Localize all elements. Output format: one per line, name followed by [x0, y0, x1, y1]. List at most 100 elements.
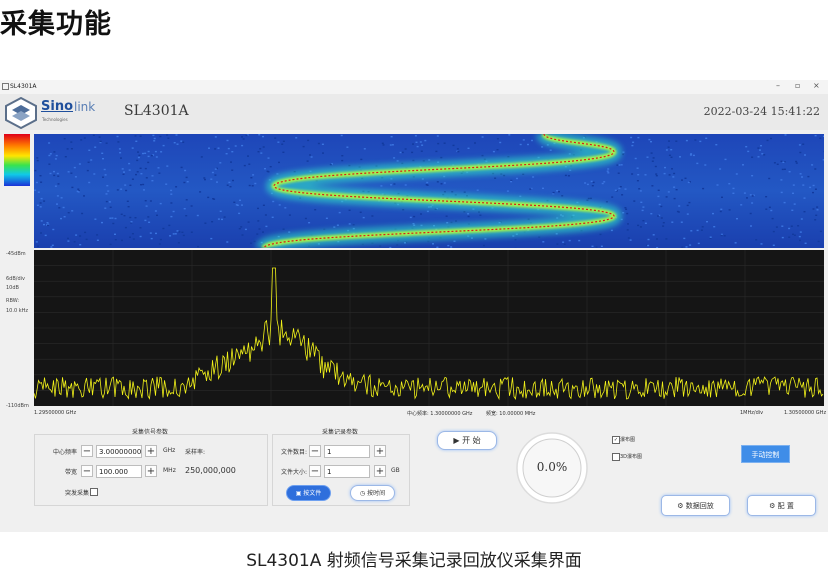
- waterfall-speckle: [238, 212, 241, 215]
- waterfall-speckle: [348, 209, 351, 211]
- waterfall-speckle: [814, 188, 817, 190]
- waterfall-speckle: [236, 204, 239, 206]
- waterfall-speckle: [780, 179, 783, 181]
- center-freq-increment-button[interactable]: +: [145, 445, 157, 457]
- waterfall-speckle: [49, 153, 52, 155]
- bandwidth-decrement-button[interactable]: −: [81, 465, 93, 477]
- waterfall-checkbox[interactable]: ✓: [612, 436, 620, 444]
- waterfall-speckle: [542, 187, 544, 189]
- waterfall-speckle: [94, 218, 97, 220]
- waterfall-speckle: [781, 225, 784, 227]
- waterfall-speckle: [214, 168, 217, 170]
- start-button[interactable]: ▶ 开 始: [437, 431, 497, 450]
- waterfall-3d-checkbox[interactable]: [612, 453, 620, 461]
- waterfall-speckle: [173, 142, 176, 144]
- waterfall-speckle: [435, 150, 438, 153]
- waterfall-speckle: [348, 164, 351, 167]
- file-size-decrement-button[interactable]: −: [309, 465, 321, 477]
- waterfall-speckle: [745, 146, 748, 148]
- colormap-legend: [4, 134, 30, 186]
- file-count-increment-button[interactable]: +: [374, 445, 386, 457]
- by-time-button[interactable]: ◷ 按时间: [350, 485, 395, 501]
- manual-control-button[interactable]: 手动控制: [741, 445, 790, 463]
- waterfall-speckle: [338, 211, 341, 214]
- waterfall-speckle: [755, 239, 758, 241]
- waterfall-speckle: [522, 139, 525, 141]
- waterfall-speckle: [125, 189, 128, 192]
- waterfall-speckle: [231, 169, 234, 171]
- waterfall-speckle: [626, 229, 629, 231]
- waterfall-speckle: [802, 184, 805, 186]
- waterfall-speckle: [637, 174, 640, 176]
- center-freq-decrement-button[interactable]: −: [81, 445, 93, 457]
- waterfall-speckle: [44, 234, 47, 237]
- waterfall-speckle: [92, 134, 95, 136]
- waterfall-speckle: [749, 212, 752, 215]
- waterfall-speckle: [763, 154, 766, 156]
- waterfall-3d-option-label: 3D瀑布图: [620, 454, 643, 460]
- bandwidth-increment-button[interactable]: +: [145, 465, 157, 477]
- waterfall-speckle: [610, 229, 613, 232]
- waterfall-speckle: [149, 232, 152, 234]
- minimize-icon[interactable]: –: [776, 81, 780, 90]
- waterfall-speckle: [420, 213, 422, 215]
- burst-capture-checkbox[interactable]: [90, 488, 98, 496]
- waterfall-speckle: [450, 221, 453, 224]
- waterfall-speckle: [627, 223, 629, 225]
- waterfall-speckle: [607, 172, 610, 174]
- waterfall-speckle: [159, 135, 162, 138]
- waterfall-speckle: [128, 169, 131, 171]
- by-time-label: 按时间: [367, 490, 386, 497]
- waterfall-speckle: [514, 239, 517, 241]
- waterfall-speckle: [144, 167, 147, 170]
- waterfall-speckle: [592, 181, 595, 184]
- waterfall-speckle: [633, 200, 636, 202]
- waterfall-speckle: [784, 134, 787, 136]
- close-icon[interactable]: ×: [813, 81, 820, 90]
- waterfall-speckle: [797, 225, 800, 227]
- waterfall-speckle: [734, 242, 737, 244]
- waterfall-speckle: [538, 236, 541, 238]
- waterfall-speckle: [48, 163, 51, 165]
- waterfall-speckle: [307, 139, 310, 142]
- waterfall-speckle: [689, 154, 692, 156]
- waterfall-speckle: [584, 182, 587, 184]
- file-size-input[interactable]: 1: [324, 465, 370, 478]
- data-playback-button[interactable]: ⚙ 数据回放: [661, 495, 730, 516]
- waterfall-speckle: [118, 148, 121, 150]
- waterfall-speckle: [790, 225, 793, 227]
- waterfall-speckle: [131, 147, 134, 149]
- waterfall-speckle: [467, 147, 470, 149]
- waterfall-speckle: [185, 199, 188, 201]
- waterfall-speckle: [746, 197, 748, 199]
- waterfall-speckle: [88, 181, 91, 184]
- waterfall-speckle: [359, 211, 362, 213]
- waterfall-speckle: [692, 154, 695, 157]
- waterfall-speckle: [662, 222, 665, 224]
- waterfall-speckle: [36, 204, 39, 206]
- waterfall-speckle: [37, 245, 39, 247]
- waterfall-speckle: [172, 210, 175, 213]
- waterfall-speckle: [129, 184, 132, 186]
- bandwidth-input[interactable]: 100.000: [96, 465, 142, 478]
- waterfall-speckle: [78, 163, 81, 165]
- waterfall-speckle: [162, 144, 165, 147]
- waterfall-speckle: [180, 140, 183, 142]
- maximize-icon[interactable]: ▫: [795, 81, 800, 90]
- waterfall-speckle: [478, 211, 480, 213]
- file-count-input[interactable]: 1: [324, 445, 370, 458]
- waterfall-speckle: [262, 135, 264, 138]
- waterfall-speckle: [532, 176, 535, 178]
- waterfall-speckle: [149, 200, 152, 202]
- waterfall-speckle: [743, 192, 746, 194]
- config-button[interactable]: ⚙ 配 置: [747, 495, 816, 516]
- waterfall-speckle: [166, 134, 169, 136]
- waterfall-speckle: [250, 177, 253, 179]
- center-freq-input[interactable]: 3.00000000: [96, 445, 142, 458]
- by-file-button[interactable]: ▣ 按文件: [286, 485, 331, 501]
- file-count-decrement-button[interactable]: −: [309, 445, 321, 457]
- file-size-increment-button[interactable]: +: [374, 465, 386, 477]
- waterfall-speckle: [199, 191, 202, 193]
- waterfall-speckle: [87, 161, 90, 163]
- waterfall-speckle: [685, 246, 688, 248]
